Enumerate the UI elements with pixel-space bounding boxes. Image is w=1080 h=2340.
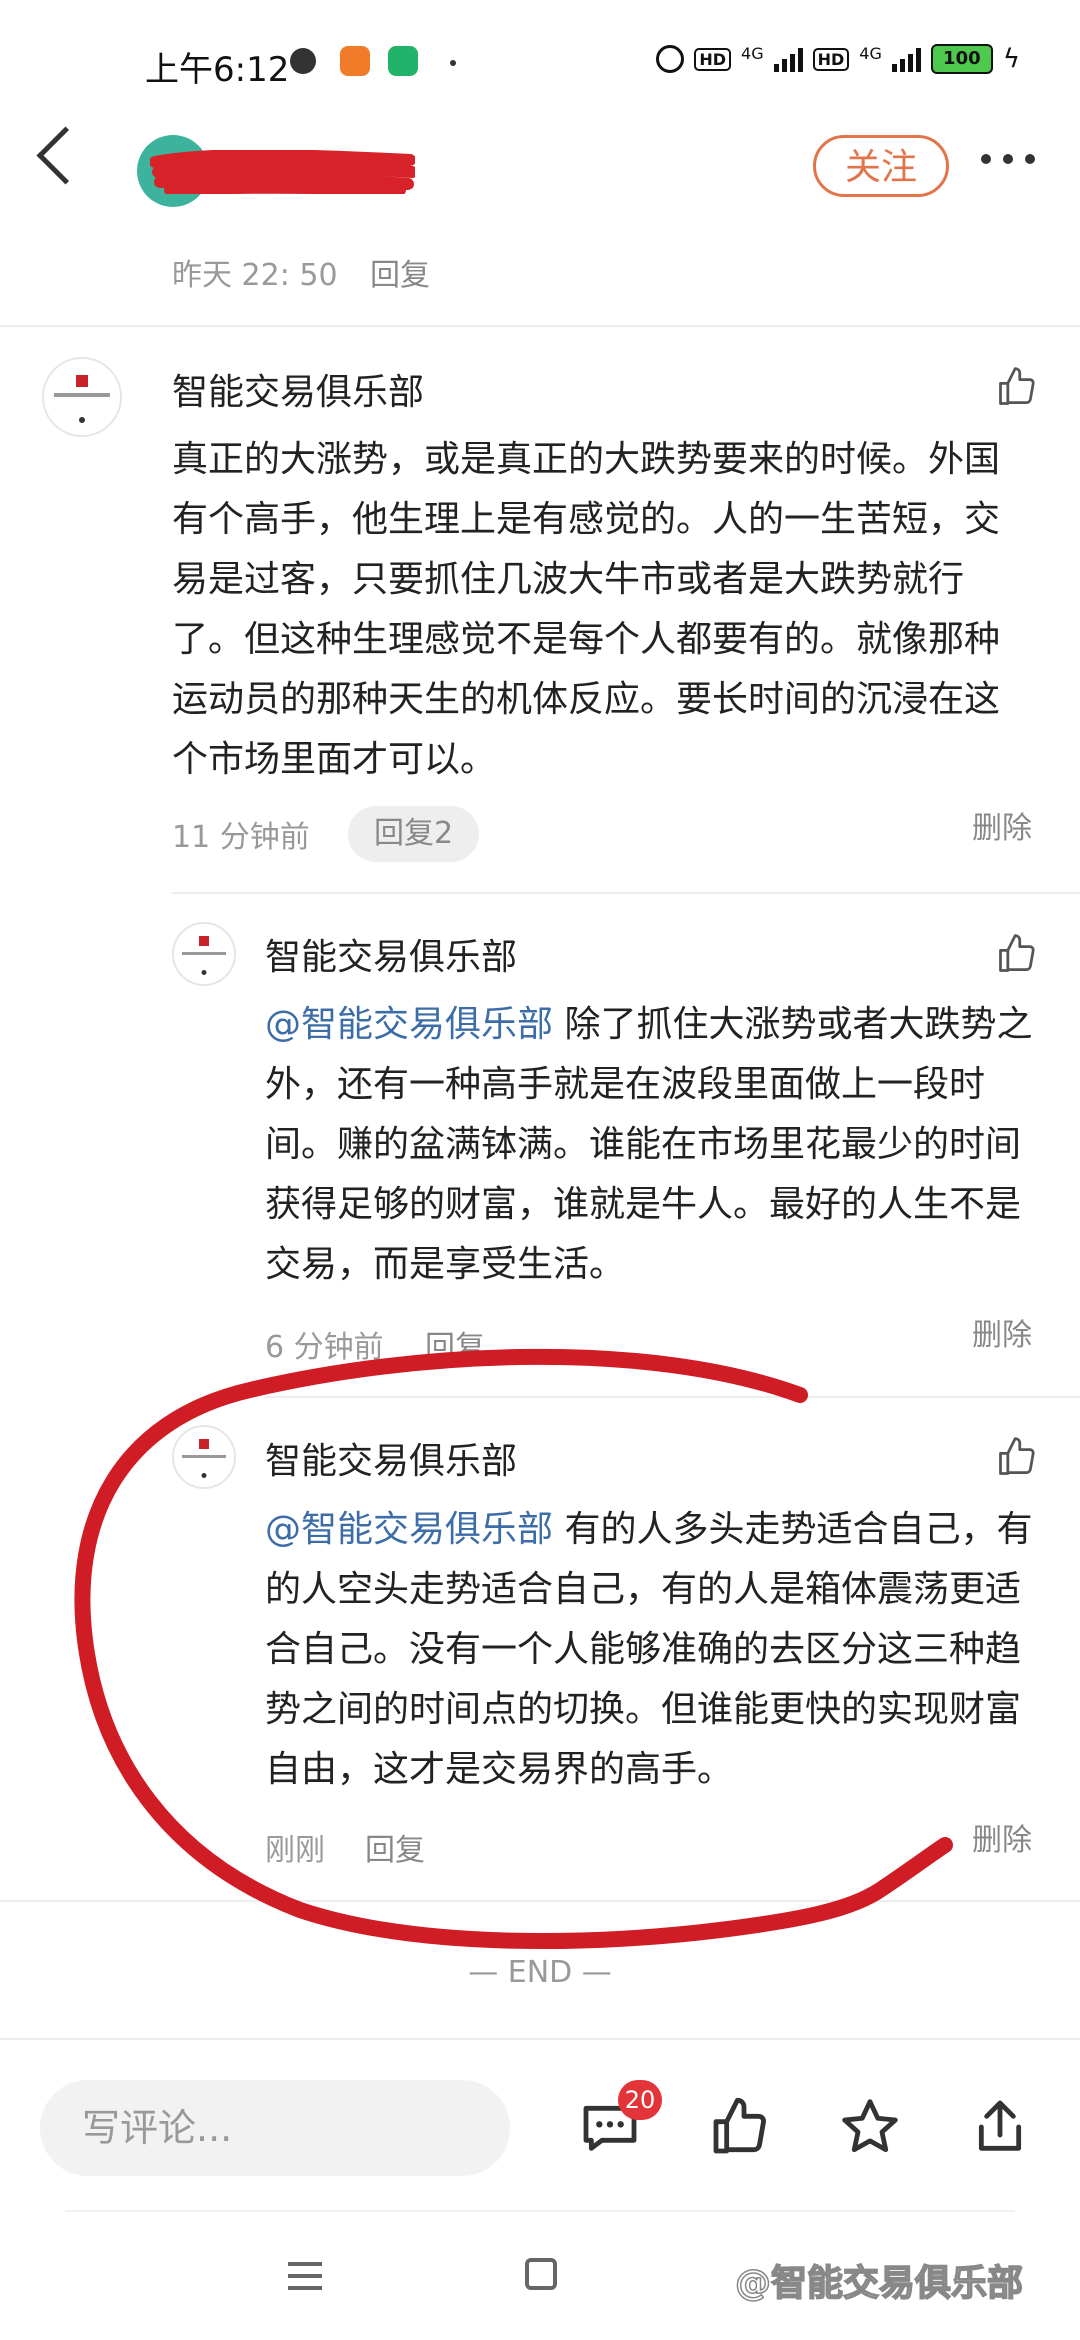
divider — [65, 2210, 1015, 2212]
end-marker: — END — — [468, 1955, 612, 1990]
menu-icon[interactable] — [288, 2262, 322, 2298]
share-icon[interactable] — [968, 2095, 1032, 2159]
watermark: @智能交易俱乐部 — [734, 2262, 1024, 2305]
star-icon[interactable] — [838, 2095, 902, 2159]
comment-input[interactable]: 写评论... — [40, 2080, 510, 2176]
comment-count-badge: 20 — [618, 2080, 662, 2120]
divider — [0, 2038, 1080, 2040]
home-icon[interactable] — [525, 2258, 557, 2290]
thumbs-up-icon[interactable] — [708, 2095, 772, 2159]
